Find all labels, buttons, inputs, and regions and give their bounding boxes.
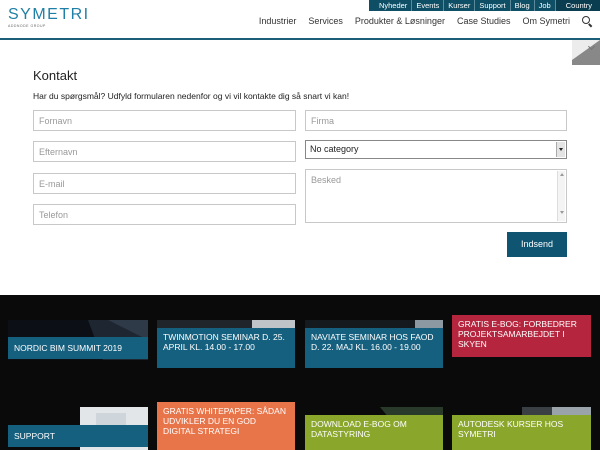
message-placeholder: Besked: [311, 175, 342, 185]
main-nav: Industrier Services Produkter & Løsninge…: [247, 16, 592, 26]
nav-case-studies[interactable]: Case Studies: [457, 16, 511, 26]
symetri-logo[interactable]: SYMETRI ADDNODE GROUP: [8, 6, 90, 29]
email-input[interactable]: [33, 173, 296, 194]
tile-label: NAVIATE SEMINAR HOS FAOD D. 22. MAJ KL. …: [305, 328, 443, 368]
utility-kurser[interactable]: Kurser: [444, 0, 476, 11]
tile-ebog-datastyring[interactable]: DOWNLOAD E-BOG OM DATASTYRING: [305, 407, 443, 450]
tile-autodesk-kurser[interactable]: AUTODESK KURSER HOS SYMETRI: [452, 407, 591, 450]
nav-om-symetri[interactable]: Om Symetri: [522, 16, 570, 26]
utility-job[interactable]: Job: [535, 0, 556, 11]
utility-blog[interactable]: Blog: [511, 0, 535, 11]
side-fold-tab[interactable]: [572, 40, 600, 65]
tile-label: DOWNLOAD E-BOG OM DATASTYRING: [305, 415, 443, 450]
utility-events[interactable]: Events: [412, 0, 445, 11]
utility-bar: Nyheder Events Kurser Support Blog Job C…: [368, 0, 600, 11]
submit-button[interactable]: Indsend: [507, 232, 567, 257]
tile-label: AUTODESK KURSER HOS SYMETRI: [452, 415, 591, 450]
search-icon[interactable]: [582, 16, 592, 26]
logo-subtitle: ADDNODE GROUP: [8, 24, 46, 28]
tile-twinmotion-seminar[interactable]: TWINMOTION SEMINAR D. 25. APRIL KL. 14.0…: [157, 320, 295, 368]
tile-label: TWINMOTION SEMINAR D. 25. APRIL KL. 14.0…: [157, 328, 295, 368]
nav-services[interactable]: Services: [308, 16, 343, 26]
scroll-down-icon[interactable]: [560, 211, 564, 214]
category-selected: No category: [310, 144, 359, 154]
nav-industrier[interactable]: Industrier: [259, 16, 297, 26]
tile-label: GRATIS WHITEPAPER: SÅDAN UDVIKLER DU EN …: [157, 402, 295, 450]
tile-label: GRATIS E-BOG: FORBEDRER PROJEKTSAMARBEJD…: [452, 315, 591, 357]
country-selector[interactable]: Country: [555, 0, 600, 11]
category-select[interactable]: No category: [305, 140, 567, 159]
tile-gratis-ebog-skyen[interactable]: GRATIS E-BOG: FORBEDRER PROJEKTSAMARBEJD…: [452, 315, 591, 357]
nav-produkter[interactable]: Produkter & Løsninger: [355, 16, 445, 26]
contact-intro: Har du spørgsmål? Udfyld formularen nede…: [33, 91, 350, 101]
utility-support[interactable]: Support: [475, 0, 511, 11]
logo-text: SYMETRI: [8, 6, 90, 23]
tile-label: NORDIC BIM SUMMIT 2019: [8, 337, 148, 359]
tile-nordic-bim-summit[interactable]: NORDIC BIM SUMMIT 2019: [8, 320, 148, 360]
tile-naviate-seminar[interactable]: NAVIATE SEMINAR HOS FAOD D. 22. MAJ KL. …: [305, 320, 443, 368]
scroll-up-icon[interactable]: [560, 173, 564, 176]
page-title: Kontakt: [33, 68, 78, 83]
utility-nyheder[interactable]: Nyheder: [375, 0, 413, 11]
tiles-section: NORDIC BIM SUMMIT 2019 TWINMOTION SEMINA…: [0, 295, 600, 450]
tile-label: SUPPORT: [8, 425, 148, 447]
phone-input[interactable]: [33, 204, 296, 225]
tile-support[interactable]: SUPPORT: [8, 407, 148, 450]
dropdown-arrow-icon[interactable]: [556, 142, 565, 157]
company-input[interactable]: [305, 110, 567, 131]
firstname-input[interactable]: [33, 110, 296, 131]
message-textarea[interactable]: Besked: [305, 169, 567, 223]
tile-whitepaper-digital-strategi[interactable]: GRATIS WHITEPAPER: SÅDAN UDVIKLER DU EN …: [157, 402, 295, 450]
lastname-input[interactable]: [33, 141, 296, 162]
